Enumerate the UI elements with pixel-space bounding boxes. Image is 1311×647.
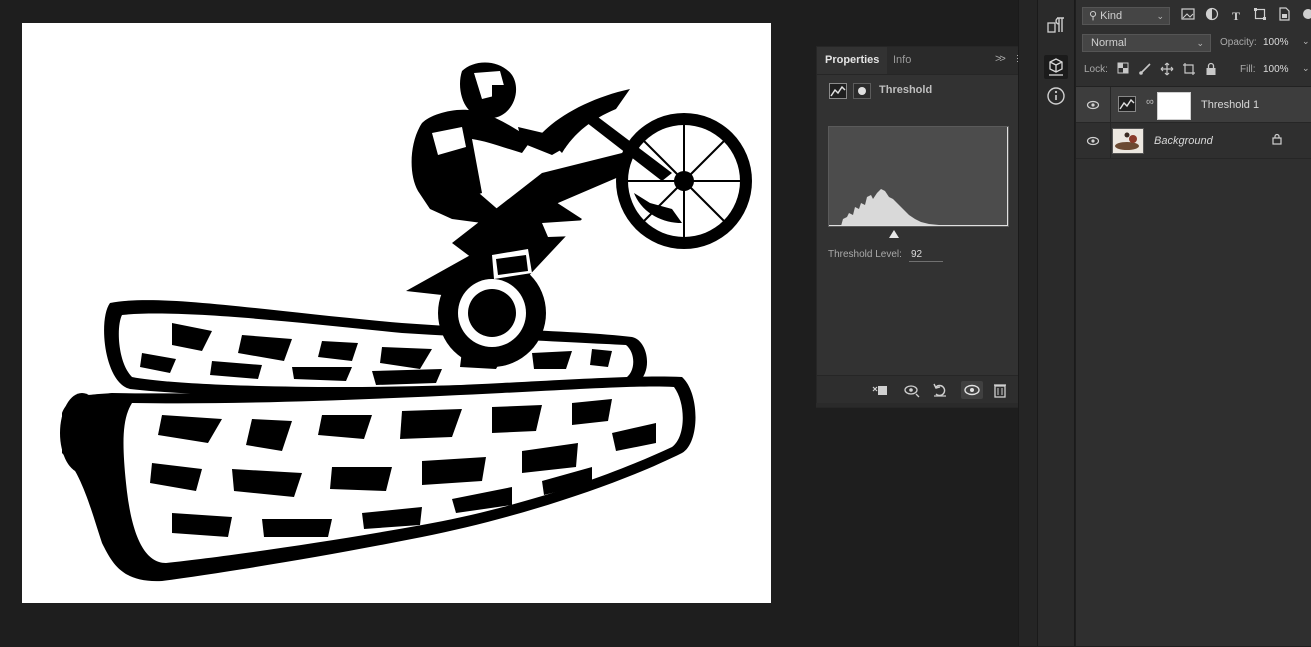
chevron-down-icon: ⌄ — [1156, 11, 1164, 21]
properties-footer — [817, 375, 1035, 404]
type-icon[interactable]: T — [1228, 7, 1244, 25]
threshold-image — [60, 62, 752, 582]
chevron-down-icon[interactable]: ⌄ — [1302, 63, 1310, 74]
fill-label: Fill: — [1240, 64, 1256, 75]
shape-icon[interactable] — [1252, 7, 1268, 25]
divider — [1110, 123, 1111, 159]
tab-properties[interactable]: Properties — [817, 47, 888, 74]
properties-header: Threshold — [817, 75, 1035, 109]
threshold-level-label: Threshold Level: — [828, 249, 902, 260]
lock-artboard-icon[interactable] — [1182, 62, 1196, 78]
chevron-down-icon[interactable]: ⌄ — [1302, 36, 1310, 47]
fill-input[interactable]: 100% — [1263, 64, 1289, 75]
image-icon[interactable] — [1180, 7, 1196, 25]
3d-icon[interactable] — [1044, 55, 1068, 79]
lock-position-icon[interactable] — [1160, 62, 1174, 78]
clip-to-layer-icon[interactable] — [871, 381, 889, 399]
dock-divider — [1018, 0, 1038, 646]
collapsed-panel-strip — [1038, 0, 1075, 646]
smart-object-icon[interactable] — [1276, 7, 1292, 25]
document-canvas[interactable] — [22, 23, 771, 603]
layer-thumbnail[interactable] — [1112, 128, 1144, 154]
threshold-histogram — [828, 126, 1009, 227]
tab-info[interactable]: Info — [885, 47, 919, 74]
link-icon[interactable]: ∞ — [1146, 96, 1154, 108]
chevron-down-icon: ⌄ — [1196, 38, 1204, 48]
layer-name[interactable]: Background — [1154, 135, 1213, 147]
blend-mode-dropdown[interactable]: Normal ⌄ — [1082, 34, 1211, 52]
collapse-panel-icon[interactable]: >> — [995, 53, 1006, 65]
properties-panel: Properties Info >> Threshold Threshold L… — [816, 46, 1036, 408]
adjustment-icon[interactable] — [829, 83, 847, 99]
layer-row-threshold[interactable]: ∞ Threshold 1 — [1076, 87, 1311, 123]
opacity-label: Opacity: — [1220, 37, 1257, 48]
view-previous-state-icon[interactable] — [903, 381, 921, 399]
properties-title: Threshold — [879, 84, 933, 96]
divider — [1110, 87, 1111, 123]
filter-kind-dropdown[interactable]: ⚲ Kind ⌄ — [1082, 7, 1170, 25]
info-icon[interactable] — [1044, 84, 1068, 108]
paragraph-icon[interactable] — [1044, 14, 1068, 38]
panel-resize-bar[interactable] — [816, 403, 1036, 407]
adjustment-layer-icon[interactable] — [1118, 96, 1136, 112]
visibility-icon[interactable] — [961, 381, 983, 399]
search-icon: ⚲ — [1089, 10, 1098, 22]
mask-icon[interactable] — [853, 83, 871, 99]
lock-icon — [1272, 133, 1282, 148]
lock-transparent-pixels-icon[interactable] — [1116, 62, 1130, 78]
trash-icon[interactable] — [991, 381, 1009, 399]
layer-name[interactable]: Threshold 1 — [1201, 99, 1259, 111]
properties-tab-bar: Properties Info >> — [817, 47, 1035, 75]
lock-all-icon[interactable] — [1204, 62, 1218, 78]
filter-toggle-icon[interactable] — [1298, 7, 1311, 25]
layer-mask-thumbnail[interactable] — [1157, 92, 1191, 120]
layers-panel: ⚲ Kind ⌄ T Normal ⌄ Opacity: 100% ⌄ Lock… — [1076, 0, 1311, 646]
adjustment-icon[interactable] — [1204, 7, 1220, 25]
layers-list: ∞ Threshold 1 Background — [1076, 86, 1311, 647]
eye-icon[interactable] — [1086, 99, 1100, 111]
blend-mode-value: Normal — [1091, 37, 1127, 49]
layer-row-background[interactable]: Background — [1076, 123, 1311, 159]
reset-icon[interactable] — [931, 381, 949, 399]
threshold-level-input[interactable] — [909, 247, 943, 262]
filter-kind-value: Kind — [1100, 10, 1123, 22]
eye-icon[interactable] — [1086, 135, 1100, 147]
lock-image-pixels-icon[interactable] — [1138, 62, 1152, 78]
opacity-input[interactable]: 100% — [1263, 37, 1289, 48]
lock-label: Lock: — [1084, 64, 1108, 75]
threshold-slider-handle[interactable] — [889, 230, 899, 238]
